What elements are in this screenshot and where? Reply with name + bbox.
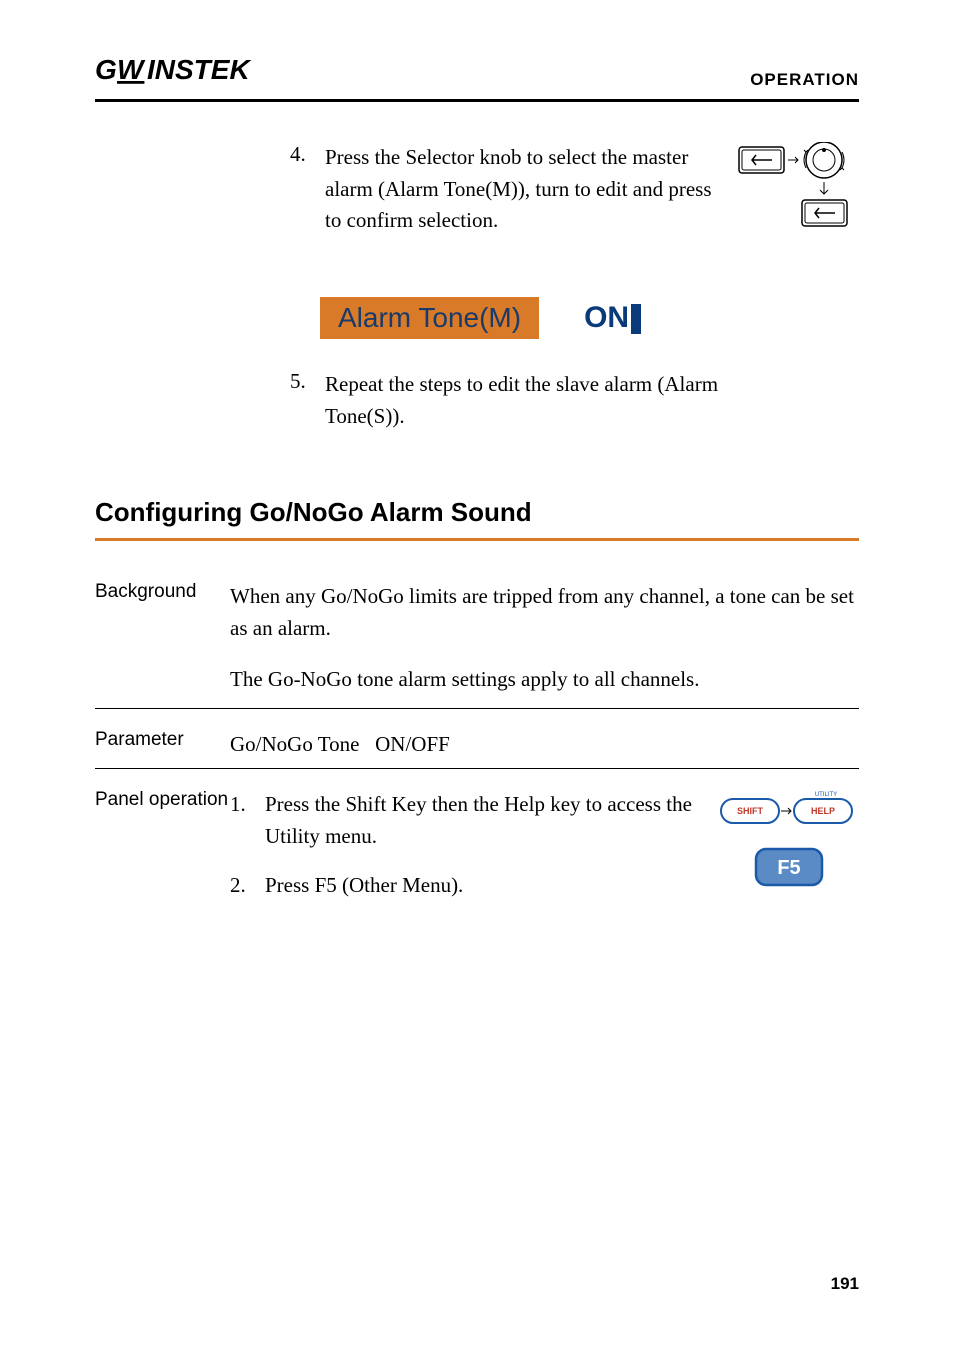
f5-key-icon: F5 xyxy=(719,847,859,897)
info-label: Parameter xyxy=(95,729,230,761)
alarm-tone-label: Alarm Tone(M) xyxy=(320,297,539,339)
svg-text:G: G xyxy=(95,55,118,85)
info-label: Background xyxy=(95,581,230,696)
cursor-icon xyxy=(631,304,641,334)
svg-text:W: W xyxy=(117,55,146,85)
step-number: 5. xyxy=(290,369,325,432)
help-label-text: HELP xyxy=(811,806,835,816)
panel-operation-row: Panel operation 1. Press the Shift Key t… xyxy=(95,781,859,932)
step-4-row: 4. Press the Selector knob to select the… xyxy=(95,142,859,247)
page-number: 191 xyxy=(831,1274,859,1294)
step-number: 4. xyxy=(290,142,325,247)
panel-step-2: 2. Press F5 (Other Menu). xyxy=(230,870,719,902)
parameter-row: Parameter Go/NoGo Tone ON/OFF xyxy=(95,721,859,770)
shift-help-icon: UTILITY SHIFT HELP xyxy=(719,789,859,835)
page-header: G W INSTEK OPERATION xyxy=(95,55,859,102)
background-p2: The Go-NoGo tone alarm settings apply to… xyxy=(230,664,859,696)
step-text: Press the Shift Key then the Help key to… xyxy=(265,789,719,852)
panel-content: 1. Press the Shift Key then the Help key… xyxy=(230,789,859,920)
shift-label-text: SHIFT xyxy=(737,806,764,816)
step-text: Press F5 (Other Menu). xyxy=(265,870,719,902)
info-content: Go/NoGo Tone ON/OFF xyxy=(230,729,859,761)
step-text: Press the Selector knob to select the ma… xyxy=(325,142,729,247)
section-title: Configuring Go/NoGo Alarm Sound xyxy=(95,497,859,541)
panel-step-1: 1. Press the Shift Key then the Help key… xyxy=(230,789,719,852)
step-number: 2. xyxy=(230,870,265,902)
svg-text:INSTEK: INSTEK xyxy=(147,55,251,85)
background-row: Background When any Go/NoGo limits are t… xyxy=(95,581,859,709)
utility-label-text: UTILITY xyxy=(815,792,837,798)
f5-label-text: F5 xyxy=(777,857,800,879)
step-5-row: 5. Repeat the steps to edit the slave al… xyxy=(95,369,859,432)
selector-knob-icon xyxy=(729,142,859,247)
background-p1: When any Go/NoGo limits are tripped from… xyxy=(230,581,859,644)
brand-logo: G W INSTEK xyxy=(95,55,285,93)
info-content: When any Go/NoGo limits are tripped from… xyxy=(230,581,859,696)
alarm-display: Alarm Tone(M) ON xyxy=(320,297,859,339)
step-text: Repeat the steps to edit the slave alarm… xyxy=(325,369,729,432)
step-number: 1. xyxy=(230,789,265,852)
section-label: OPERATION xyxy=(750,70,859,90)
alarm-state: ON xyxy=(584,301,641,335)
info-label: Panel operation xyxy=(95,789,230,920)
